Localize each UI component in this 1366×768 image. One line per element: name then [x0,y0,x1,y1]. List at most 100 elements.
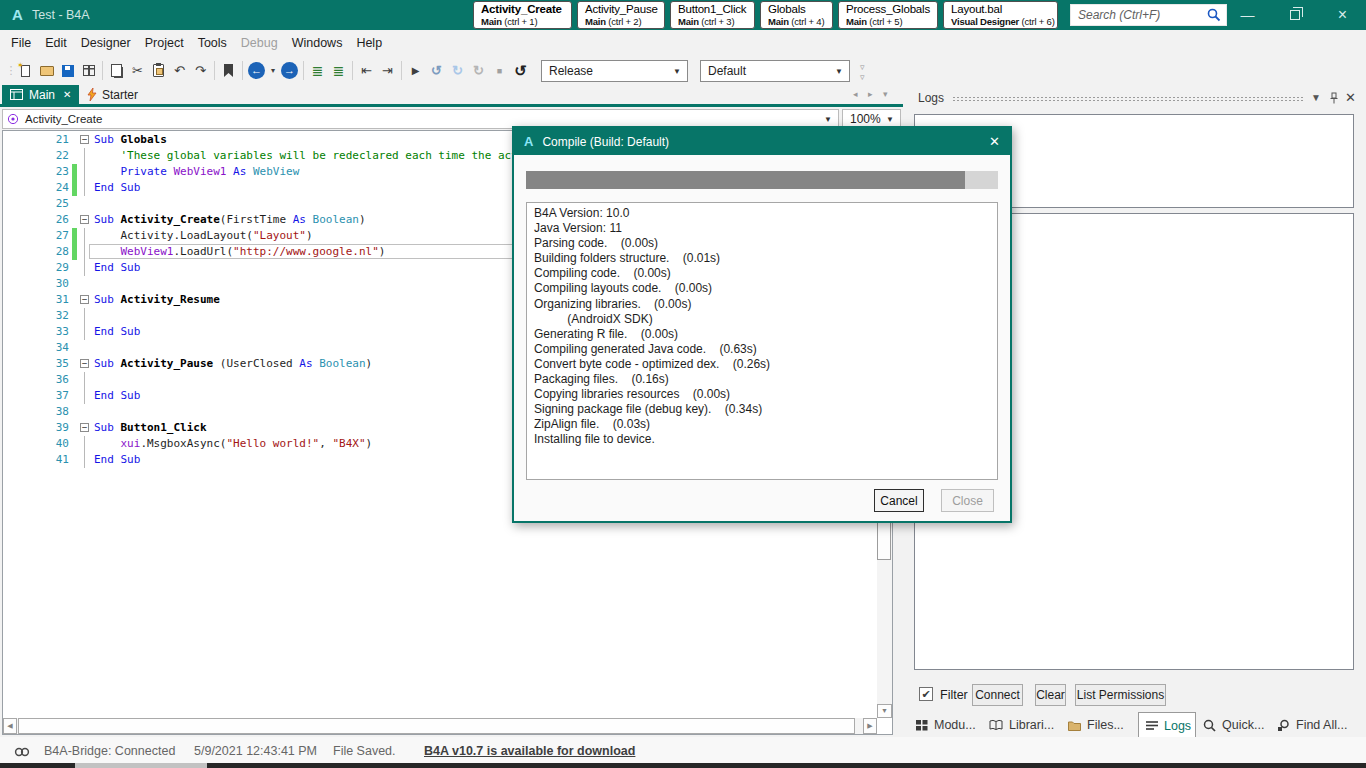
panel-tab-logs[interactable]: Logs [1138,712,1196,738]
navigate-forward-icon[interactable]: → [280,61,299,81]
indent-icon[interactable]: ≣ [308,61,327,81]
cut-icon[interactable]: ✂ [128,61,147,81]
toolbar-separator [401,61,402,80]
new-project-icon[interactable]: ✶ [16,61,35,81]
toolbar-overflow-icon[interactable]: ▿▿ [860,62,865,82]
bridge-icon [14,746,30,758]
package-icon[interactable] [79,61,98,81]
line-number: 30 [3,276,69,292]
logs-icon [1146,720,1158,731]
compile-log-line: Copying libraries resources (0.00s) [534,387,990,402]
line-number: 28 [3,244,69,260]
quick-tab-process-globals[interactable]: Process_Globals Main (ctrl + 5) [838,1,938,29]
hscroll-thumb[interactable] [18,718,855,734]
panel-close-icon[interactable]: ✕ [1345,90,1356,105]
close-button[interactable]: × [1320,0,1365,30]
fold-collapse-icon[interactable]: − [80,215,89,224]
horizontal-scrollbar[interactable]: ◀ ▶ [3,718,877,734]
run-icon[interactable]: ▶ [406,61,425,81]
menu-help[interactable]: Help [349,32,389,54]
rebuild-icon[interactable]: ↺ [511,61,530,81]
panel-tab-quick-search[interactable]: Quick... [1203,712,1264,738]
menu-debug[interactable]: Debug [234,32,285,54]
file-status: File Saved. [333,744,396,758]
panel-tab-files[interactable]: Files... [1068,712,1124,738]
deploy-config-combo[interactable]: Default▼ [700,60,850,82]
app-logo: A [12,6,23,23]
filter-checkbox[interactable]: ✔ [919,687,933,701]
minimize-button[interactable]: — [1225,0,1270,30]
quick-tab-button1-click[interactable]: Button1_Click Main (ctrl + 3) [670,1,755,29]
copy-icon[interactable] [107,61,126,81]
taskbar-strip [0,763,1366,768]
clear-button[interactable]: Clear [1035,684,1066,706]
outdent-icon[interactable]: ≣ [329,61,348,81]
stop-icon[interactable]: ■ [490,61,509,81]
menu-file[interactable]: File [4,32,38,54]
open-project-icon[interactable] [37,61,56,81]
quick-tab-activity-create[interactable]: Activity_Create Main (ctrl + 1) [473,1,572,29]
redo-icon[interactable]: ↷ [191,61,210,81]
line-number: 22 [3,148,69,164]
bookmark-icon[interactable] [219,61,238,81]
paste-icon[interactable] [149,61,168,81]
window-title: Test - B4A [32,8,90,22]
line-number: 34 [3,340,69,356]
list-permissions-button[interactable]: List Permissions [1075,684,1166,706]
navigate-back-icon[interactable]: ← [247,61,266,81]
build-config-combo[interactable]: Release▼ [541,60,688,82]
dialog-header[interactable]: A Compile (Build: Default) ✕ [514,128,1010,155]
tab-scroll-arrows[interactable]: ◂ ▸ ▾ [853,89,892,99]
scroll-down-icon[interactable]: ▼ [877,704,892,718]
tab-close-icon[interactable]: ✕ [63,89,71,100]
fold-collapse-icon[interactable]: − [80,423,89,432]
menu-designer[interactable]: Designer [74,32,138,54]
line-number: 29 [3,260,69,276]
update-link[interactable]: B4A v10.7 is available for download [424,744,635,758]
compile-log-line: Compiling layouts code. (0.00s) [534,281,990,296]
quick-tab-globals[interactable]: Globals Main (ctrl + 4) [760,1,833,29]
resume-icon[interactable]: ↺ [427,61,446,81]
search-placeholder: Search (Ctrl+F) [1071,8,1207,22]
code-text: Sub Activity_Pause (UserClosed As Boolea… [94,356,372,372]
code-text: End Sub [94,452,140,468]
step-into-icon[interactable]: ↻ [448,61,467,81]
panel-tab-modules[interactable]: Modu... [916,712,976,738]
panel-tab-find-all[interactable]: Find All... [1277,712,1347,738]
dialog-close-icon[interactable]: ✕ [989,134,1000,149]
scroll-right-icon[interactable]: ▶ [863,718,877,734]
compile-log-line: Installing file to device. [534,432,990,447]
panel-tab-libraries[interactable]: Librari... [989,712,1054,738]
save-icon[interactable] [58,61,77,81]
pin-icon[interactable] [1329,92,1339,105]
back-history-caret-icon[interactable]: ▾ [268,61,278,81]
menu-project[interactable]: Project [138,32,191,54]
tab-main[interactable]: Main ✕ [2,85,79,104]
scroll-left-icon[interactable]: ◀ [3,718,17,734]
tab-starter[interactable]: Starter [79,85,146,104]
fold-collapse-icon[interactable]: − [80,135,89,144]
uncomment-icon[interactable]: ⇥ [378,61,397,81]
menu-tools[interactable]: Tools [191,32,234,54]
comment-icon[interactable]: ⇤ [357,61,376,81]
compile-log-line: Java Version: 11 [534,221,990,236]
maximize-button[interactable] [1272,0,1317,30]
find-all-icon [1277,719,1290,732]
line-number: 41 [3,452,69,468]
toolbar-grip[interactable]: ⋮ [6,61,14,81]
cancel-button[interactable]: Cancel [874,489,924,512]
search-input[interactable]: Search (Ctrl+F) [1070,4,1227,26]
fold-collapse-icon[interactable]: − [80,359,89,368]
menu-edit[interactable]: Edit [38,32,74,54]
step-over-icon[interactable]: ↻ [469,61,488,81]
line-number: 36 [3,372,69,388]
quick-tab-layout-bal[interactable]: Layout.bal Visual Designer (ctrl + 6) [943,1,1058,29]
fold-collapse-icon[interactable]: − [80,295,89,304]
quick-tab-activity-pause[interactable]: Activity_Pause Main (ctrl + 2) [577,1,665,29]
menu-windows[interactable]: Windows [285,32,350,54]
compile-log-line: Compiling code. (0.00s) [534,266,990,281]
connect-button[interactable]: Connect [972,684,1023,706]
panel-menu-icon[interactable]: ▼ [1311,92,1321,103]
undo-icon[interactable]: ↶ [170,61,189,81]
close-button-dialog[interactable]: Close [941,489,994,512]
